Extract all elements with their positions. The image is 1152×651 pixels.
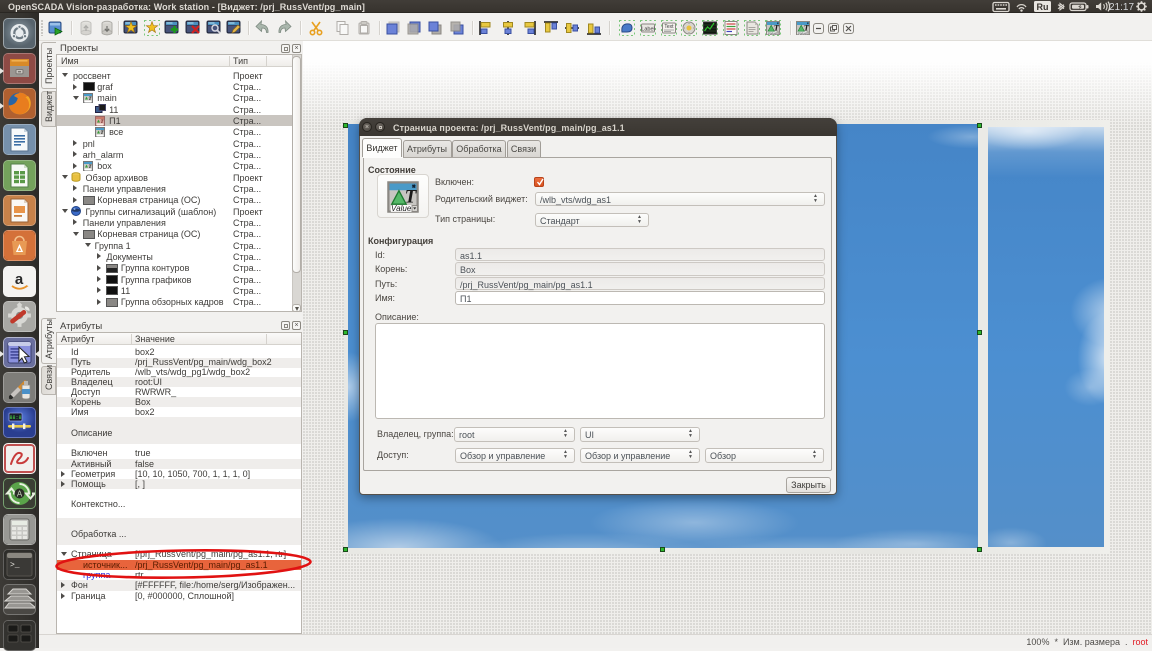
- svg-text:Ru: Ru: [1037, 2, 1049, 12]
- svg-text:Label: Label: [641, 27, 654, 33]
- svg-text:>_: >_: [10, 561, 20, 570]
- svg-text:Value: Value: [797, 31, 806, 35]
- svg-text:A: A: [17, 490, 23, 499]
- svg-text:Value: Value: [391, 204, 412, 213]
- svg-text:a: a: [15, 271, 24, 288]
- svg-text:Value: Value: [767, 31, 776, 35]
- svg-text:21:17: 21:17: [1109, 2, 1134, 13]
- svg-text:Text: Text: [664, 24, 674, 30]
- svg-text:88:8: 88:8: [9, 415, 21, 421]
